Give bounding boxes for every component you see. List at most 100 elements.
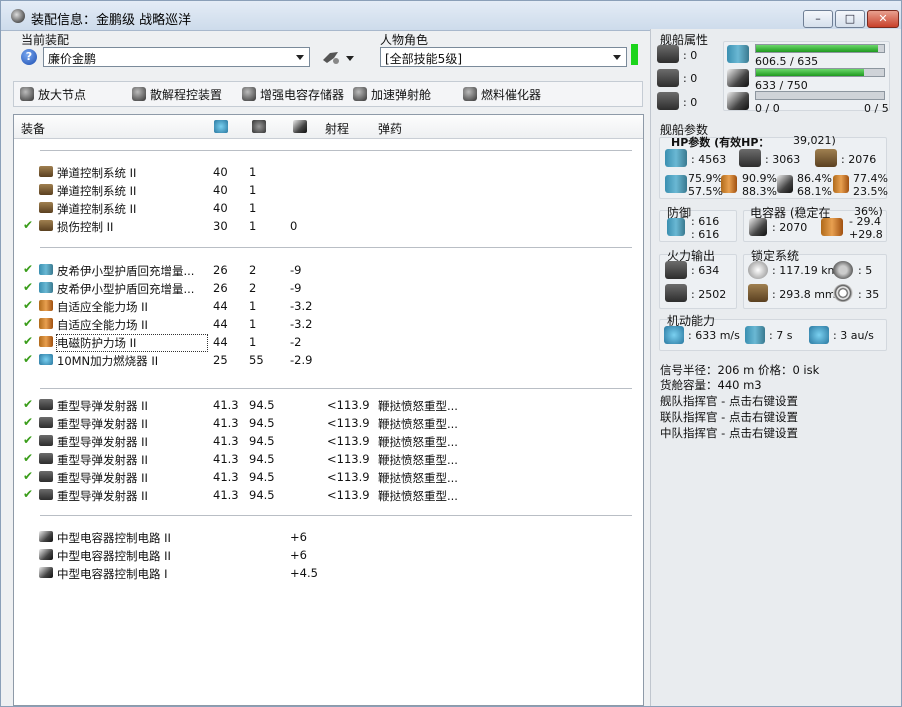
fleet-commander-line[interactable]: 舰队指挥官 - 点击右键设置 [660,393,798,409]
squad-commander-line[interactable]: 中队指挥官 - 点击右键设置 [660,425,798,441]
capacitor-icon [749,218,767,236]
module-c2: 1 [249,219,257,233]
minimize-button[interactable]: – [803,10,833,28]
module-row[interactable]: 中型电容器控制电路 II +6 [14,528,643,546]
module-c4: <113.9 [327,416,370,430]
maximize-button[interactable]: □ [835,10,865,28]
scan-resolution-value: : 293.8 mm [772,288,836,301]
module-c1: 26 [213,281,228,295]
missile-launcher-icon [39,453,53,464]
module-row[interactable]: ✔ 重型导弹发射器 II 41.3 94.5 <113.9 鞭挞愤怒重型... [14,468,643,486]
close-icon: ✕ [878,12,888,25]
sensor-strength-icon [833,284,853,302]
column-equipment[interactable]: 装备 [21,120,45,137]
capacitor-column-icon[interactable] [293,120,307,133]
active-check-icon[interactable]: ✔ [23,352,33,366]
ship-menu-icon[interactable] [321,48,341,66]
module-row[interactable]: ✔ 重型导弹发射器 II 41.3 94.5 <113.9 鞭挞愤怒重型... [14,450,643,468]
module-row[interactable]: 中型电容器控制电路 II +6 [14,546,643,564]
active-check-icon[interactable]: ✔ [23,487,33,501]
module-c2: 1 [249,317,257,331]
sensor-strength-value: : 35 [858,288,880,301]
module-c3: -3.2 [290,299,313,313]
module-row[interactable]: ✔ 电磁防护力场 II 44 1 -2 [14,333,643,352]
power-column-icon[interactable] [252,120,266,133]
title-bar[interactable]: 装配信息：金鹏级 战略巡洋 – □ ✕ [1,1,901,31]
module-c3: +4.5 [290,566,318,580]
max-targets-value: : 5 [858,264,873,277]
module-row[interactable]: ✔ 皮希伊小型护盾回充增量... 26 2 -9 [14,261,643,279]
minimize-icon: – [815,12,821,25]
wing-commander-line[interactable]: 联队指挥官 - 点击右键设置 [660,409,798,425]
toolbar-item-2[interactable]: 增强电容存储器 [242,86,344,103]
toolbar-item-4[interactable]: 燃料催化器 [463,86,541,103]
module-c2: 1 [249,299,257,313]
close-button[interactable]: ✕ [867,10,899,28]
speed-value: : 633 m/s [688,329,740,342]
module-list[interactable]: 装备 射程 弹药 弹道控制系统 II 40 1 弹道控制系统 II 40 1 弹道控制系统 … [13,114,644,706]
warp-speed-icon [809,326,829,344]
turret-slot-icon [657,45,679,63]
ship-menu-chevron-icon[interactable] [346,56,354,61]
active-check-icon[interactable]: ✔ [23,433,33,447]
missile-launcher-icon [39,471,53,482]
armor-module-icon [39,318,53,329]
toolbar-item-0[interactable]: 放大节点 [20,86,86,103]
column-ammo[interactable]: 弹药 [378,120,402,137]
defense-value-2: : 616 [691,228,720,241]
powergrid-bar-fill [756,69,865,76]
capacitor-icon [242,87,256,101]
active-check-icon[interactable]: ✔ [23,334,33,348]
module-row[interactable]: ✔ 皮希伊小型护盾回充增量... 26 2 -9 [14,279,643,297]
module-c1: 25 [213,353,228,367]
module-icon [39,166,53,177]
module-c1: 44 [213,299,228,313]
warp-speed-value: : 3 au/s [833,329,874,342]
armor-hp-icon [739,149,761,167]
module-row[interactable]: ✔ 重型导弹发射器 II 41.3 94.5 <113.9 鞭挞愤怒重型... [14,486,643,504]
module-name: 自适应全能力场 II [57,300,148,314]
thermal-resist-shield: 90.9% [742,172,777,185]
module-row[interactable]: 弹道控制系统 II 40 1 [14,163,643,181]
module-row[interactable]: ✔ 重型导弹发射器 II 41.3 94.5 <113.9 鞭挞愤怒重型... [14,396,643,414]
volley-value: : 2502 [691,288,727,301]
fitting-select[interactable]: 廉价金鹏 [43,47,310,67]
active-check-icon[interactable]: ✔ [23,298,33,312]
module-row[interactable]: 弹道控制系统 II 40 1 [14,181,643,199]
module-c3: -2.9 [290,353,313,367]
module-c1: 40 [213,201,228,215]
dps-icon [665,261,687,279]
module-row[interactable]: 弹道控制系统 II 40 1 [14,199,643,217]
toolbar-item-1[interactable]: 散解程控装置 [132,86,222,103]
module-row[interactable]: ✔ 损伤控制 II 30 1 0 [14,217,643,235]
capacitor-delta-2: +29.8 [849,228,883,241]
toolbar-item-3[interactable]: 加速弹射舱 [353,86,431,103]
em-resist-icon [665,175,687,193]
character-select[interactable]: [全部技能5级] [380,47,627,67]
module-row[interactable]: ✔ 重型导弹发射器 II 41.3 94.5 <113.9 鞭挞愤怒重型... [14,414,643,432]
character-select-value: [全部技能5级] [385,52,462,66]
active-check-icon[interactable]: ✔ [23,397,33,411]
column-range[interactable]: 射程 [325,120,349,137]
active-check-icon[interactable]: ✔ [23,280,33,294]
active-check-icon[interactable]: ✔ [23,451,33,465]
active-check-icon[interactable]: ✔ [23,415,33,429]
active-check-icon[interactable]: ✔ [23,469,33,483]
module-c5: 鞭挞愤怒重型... [378,471,458,485]
active-check-icon[interactable]: ✔ [23,218,33,232]
module-row[interactable]: ✔ 重型导弹发射器 II 41.3 94.5 <113.9 鞭挞愤怒重型... [14,432,643,450]
module-row[interactable]: 中型电容器控制电路 I +4.5 [14,564,643,582]
align-icon [745,326,765,344]
module-row[interactable]: ✔ 10MN加力燃烧器 II 25 55 -2.9 [14,351,643,369]
module-row[interactable]: ✔ 自适应全能力场 II 44 1 -3.2 [14,297,643,315]
toolbar-item-label: 散解程控装置 [150,88,223,102]
help-icon[interactable]: ? [21,49,37,65]
cpu-column-icon[interactable] [214,120,228,133]
module-row[interactable]: ✔ 自适应全能力场 II 44 1 -3.2 [14,315,643,333]
module-c2: 1 [249,201,257,215]
module-name: 皮希伊小型护盾回充增量... [57,264,195,278]
toolbar-item-label: 加速弹射舱 [371,88,432,102]
capacitor-delta-1: - 29.4 [849,215,881,228]
active-check-icon[interactable]: ✔ [23,316,33,330]
active-check-icon[interactable]: ✔ [23,262,33,276]
